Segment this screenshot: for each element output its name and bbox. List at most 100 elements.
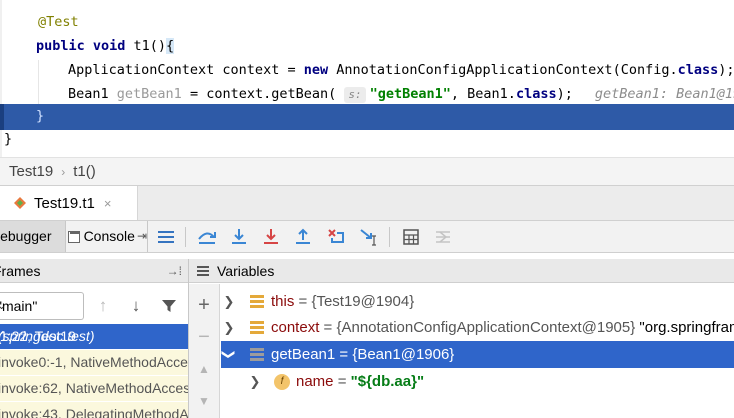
tab-console[interactable]: Console ⇥ [66,221,148,252]
tab-debugger-label: Debugger [0,228,52,244]
chevron-down-icon[interactable]: ❯ [221,349,243,361]
frame-item[interactable]: invoke0:-1, NativeMethodAccessorImpl [0,350,188,375]
code-line-annotation: @Test [0,10,734,34]
add-watch-button[interactable]: + [193,294,215,316]
variable-name: name [296,373,334,390]
stream-trace-icon [436,231,450,243]
getbean-call: = context.getBean( [181,86,345,102]
code-line-close: } [0,127,734,151]
filter-frames-button[interactable] [158,294,180,318]
annotation-test: @Test [38,14,79,30]
variable-tostring: "org.springframework.context.annotation.… [639,319,734,336]
context-constructor: AnnotationConfigApplicationContext(Confi… [328,62,678,78]
variable-equals: = [333,373,351,390]
step-over-icon [198,232,216,244]
variable-row-context[interactable]: ❯ context = {AnnotationConfigApplication… [221,314,734,341]
getbean-args: , Bean1. [450,86,516,102]
bean-type: Bean1 [68,86,117,102]
caret-up-icon: ▲ [198,362,210,376]
frame-down-button[interactable]: ↓ [125,294,147,318]
breadcrumb-class[interactable]: Test19 [9,163,53,180]
breadcrumb-separator-icon: › [61,165,66,179]
context-declaration: ApplicationContext context = [68,62,304,78]
debug-config-icon [12,195,28,211]
step-into-button[interactable] [228,226,250,248]
variable-row-getbean1[interactable]: ❯ getBean1 = {Bean1@1906} [221,341,734,368]
move-watch-up-button[interactable]: ▲ [193,358,215,380]
method-name: t1() [125,38,167,54]
keyword-new: new [303,62,329,78]
run-tab-test19-t1[interactable]: Test19.t1 × [0,186,138,220]
cursor-brace: } [36,108,45,124]
variables-list-icon [197,266,209,276]
evaluate-expression-button[interactable] [400,226,422,248]
step-into-icon [232,229,246,244]
close-icon[interactable]: × [104,196,112,211]
code-editor[interactable]: @Test public void t1(){ ApplicationConte… [0,0,734,157]
remove-watch-button[interactable]: − [193,326,215,348]
object-icon [250,295,264,308]
variables-tree: ❯ this = {Test19@1904} ❯ context = {Anno… [221,284,734,418]
step-out-icon [296,228,310,244]
statement-end: ); [718,62,734,78]
tab-debugger[interactable]: Debugger [0,221,66,252]
breadcrumb-method[interactable]: t1() [73,163,96,180]
frames-panel-header: Frames →⁞ [0,259,188,283]
variable-name: this [271,293,295,310]
run-to-cursor-button[interactable] [358,226,380,248]
lines-icon [158,231,174,243]
variable-row-this[interactable]: ❯ this = {Test19@1904} [221,288,734,315]
frame-up-button[interactable]: ↑ [92,294,114,318]
parameter-hint: s: [344,87,366,103]
minus-icon: − [198,325,210,348]
trace-current-stream-button [432,226,454,248]
variable-name: getBean1 [271,346,336,363]
statement-end: ); [556,86,573,102]
keyword-class: class [515,86,557,102]
variable-string-value: "${db.aa}" [350,373,425,390]
code-line-signature: public void t1(){ [0,34,734,58]
chevron-right-icon[interactable]: ❯ [223,314,235,341]
calculator-icon [403,229,419,245]
arrow-down-icon: ↓ [131,296,141,315]
frame-location: invoke:43, DelegatingMethodAccessorImpl [0,406,188,418]
run-tab-label: Test19.t1 [34,194,95,212]
force-step-into-button[interactable] [260,226,282,248]
variable-row-name[interactable]: ❯ f name = "${db.aa}" [221,368,734,395]
filter-icon [162,300,176,312]
console-pin-icon: ⇥ [136,229,147,243]
chevron-right-icon[interactable]: ❯ [223,288,235,315]
breadcrumb: Test19 › t1() [0,157,734,185]
frames-title: Frames [0,263,41,279]
chevron-right-icon[interactable]: ❯ [249,368,261,395]
variable-name: context [271,319,320,336]
toolbar-separator [389,227,390,247]
debug-toolbar: Debugger Console ⇥ [0,221,734,253]
drop-frame-button[interactable] [325,226,347,248]
open-brace: { [166,38,175,54]
tab-console-label: Console [83,228,135,244]
object-icon [250,348,264,361]
frame-location: invoke:62, NativeMethodAccessorImpl [0,380,188,396]
frame-item[interactable]: t1:22, Test19 (springdoc.test) [0,324,188,349]
thread-selector-row: "main" ⌄ ↑ ↓ [0,292,188,320]
object-icon [250,321,264,334]
debug-run-tabbar: Test19.t1 × [0,185,734,221]
keyword-class: class [677,62,719,78]
frames-pin-icon[interactable]: →⁞ [167,259,182,283]
console-icon [68,230,80,243]
step-out-button[interactable] [292,226,314,248]
show-execution-point-button[interactable] [155,226,177,248]
toolbar-separator [185,227,186,247]
move-watch-down-button[interactable]: ▼ [193,390,215,412]
frames-panel: "main" ⌄ ↑ ↓ t1:22, Test19 (springdoc.te… [0,284,188,418]
thread-select[interactable]: "main" ⌄ [0,292,84,320]
variables-side-toolbar: + − ▲ ▼ [189,284,220,418]
variable-value: = {AnnotationConfigApplicationContext@19… [319,319,636,336]
frame-location: t1:22, Test19 [0,328,76,344]
run-to-cursor-icon [360,229,376,246]
frame-item[interactable]: invoke:43, DelegatingMethodAccessorImpl [0,402,188,418]
step-over-button[interactable] [196,226,218,248]
frame-item[interactable]: invoke:62, NativeMethodAccessorImpl [0,376,188,401]
frame-location: invoke0:-1, NativeMethodAccessorImpl [0,354,188,370]
